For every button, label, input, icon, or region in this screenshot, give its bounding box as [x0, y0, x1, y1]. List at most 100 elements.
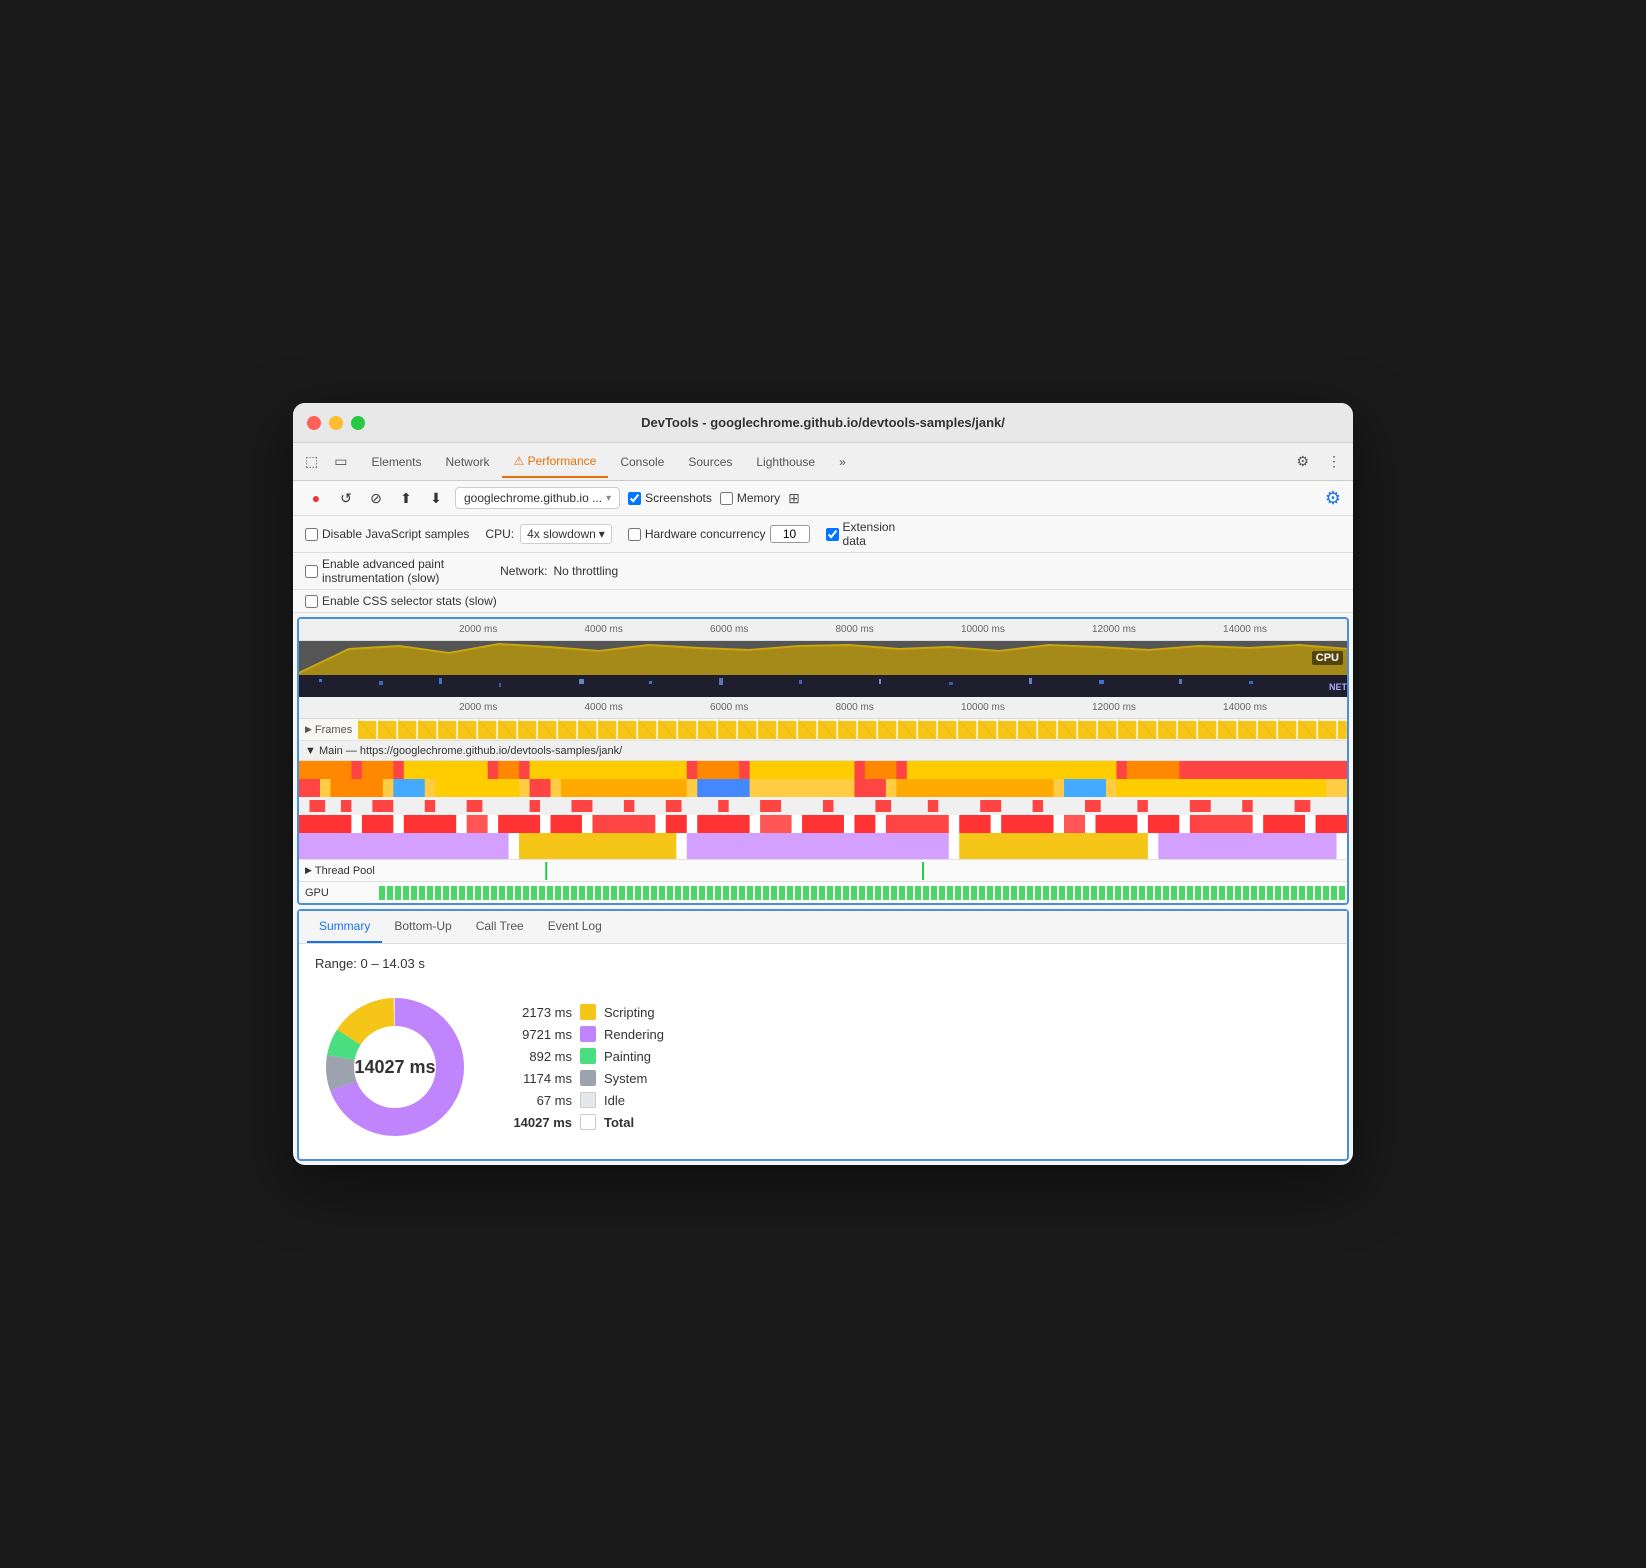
maximize-button[interactable]	[351, 416, 365, 430]
range-text: Range: 0 – 14.03 s	[315, 956, 1331, 971]
memory-checkbox[interactable]	[720, 492, 733, 505]
more-menu-icon[interactable]: ⋮	[1323, 449, 1345, 474]
settings-row-3: Enable CSS selector stats (slow)	[293, 590, 1353, 613]
chevron-right-icon: ▶	[305, 724, 312, 735]
frames-row: ▶ Frames	[299, 719, 1347, 741]
enable-advanced-paint-checkbox[interactable]	[305, 565, 318, 578]
tab-icons: ⬚ ▭	[301, 449, 351, 474]
titlebar: DevTools - googlechrome.github.io/devtoo…	[293, 403, 1353, 443]
idle-swatch	[580, 1092, 596, 1108]
flame-chart[interactable]	[299, 761, 1347, 859]
disable-js-samples-group: Disable JavaScript samples	[305, 527, 469, 541]
upload-button[interactable]: ⬆	[395, 487, 417, 509]
extension-data-checkbox[interactable]	[826, 528, 839, 541]
tab-more[interactable]: »	[827, 447, 858, 477]
enable-advanced-paint-group: Enable advanced paint instrumentation (s…	[305, 557, 444, 585]
hw-concurrency-input[interactable]	[770, 525, 810, 543]
scripting-swatch	[580, 1004, 596, 1020]
painting-swatch	[580, 1048, 596, 1064]
download-button[interactable]: ⬇	[425, 487, 447, 509]
tab-right-icons: ⚙ ⋮	[1292, 449, 1345, 474]
enable-css-stats-checkbox[interactable]	[305, 595, 318, 608]
minimap-net-row[interactable]: NET	[299, 675, 1347, 697]
bottom-panel: Summary Bottom-Up Call Tree Event Log Ra…	[297, 909, 1349, 1161]
legend-row-scripting: 2173 ms Scripting	[507, 1004, 664, 1020]
tab-console[interactable]: Console	[608, 447, 676, 477]
cursor-icon[interactable]: ⬚	[301, 449, 322, 474]
window-title: DevTools - googlechrome.github.io/devtoo…	[641, 415, 1005, 430]
minimize-button[interactable]	[329, 416, 343, 430]
thread-pool-label: ▶ Thread Pool	[299, 865, 381, 877]
hw-concurrency-checkbox[interactable]	[628, 528, 641, 541]
chevron-down-icon: ▾	[599, 527, 605, 541]
time-ruler-bottom: 2000 ms 4000 ms 6000 ms 8000 ms 10000 ms…	[299, 697, 1347, 719]
memory-icon[interactable]: ⊞	[788, 490, 800, 507]
flame-row-1	[299, 761, 1347, 779]
flame-row-5	[299, 833, 1347, 859]
main-label-row: ▼ Main — https://googlechrome.github.io/…	[299, 741, 1347, 761]
clear-button[interactable]: ⊘	[365, 487, 387, 509]
flame-row-3	[299, 797, 1347, 815]
tab-performance[interactable]: ⚠ Performance	[502, 446, 609, 478]
tab-bottom-up[interactable]: Bottom-Up	[382, 911, 463, 943]
net-wave: NET	[299, 675, 1347, 697]
time-ruler-top: 2000 ms 4000 ms 6000 ms 8000 ms 10000 ms…	[299, 619, 1347, 641]
settings-icon[interactable]: ⚙	[1292, 449, 1313, 474]
thread-pool-row: ▶ Thread Pool	[299, 859, 1347, 881]
legend-row-system: 1174 ms System	[507, 1070, 664, 1086]
frames-track	[358, 719, 1347, 740]
time-marks-top: 2000 ms 4000 ms 6000 ms 8000 ms 10000 ms…	[459, 624, 1267, 635]
memory-checkbox-group: Memory	[720, 491, 780, 505]
timeline-panel: 2000 ms 4000 ms 6000 ms 8000 ms 10000 ms…	[297, 617, 1349, 905]
time-marks-bottom: 2000 ms 4000 ms 6000 ms 8000 ms 10000 ms…	[459, 702, 1267, 713]
disable-js-samples-checkbox[interactable]	[305, 528, 318, 541]
devtools-window: DevTools - googlechrome.github.io/devtoo…	[293, 403, 1353, 1165]
tab-elements[interactable]: Elements	[359, 447, 433, 477]
enable-css-stats-group: Enable CSS selector stats (slow)	[305, 594, 497, 608]
cpu-label: CPU	[1312, 651, 1343, 665]
legend-row-painting: 892 ms Painting	[507, 1048, 664, 1064]
legend-row-total: 14027 ms Total	[507, 1114, 664, 1130]
gear-blue-icon[interactable]: ⚙	[1325, 488, 1341, 509]
network-group: Network: No throttling	[500, 564, 618, 578]
close-button[interactable]	[307, 416, 321, 430]
flame-row-2	[299, 779, 1347, 797]
gpu-label: GPU	[299, 887, 379, 899]
bottom-tab-bar: Summary Bottom-Up Call Tree Event Log	[299, 911, 1347, 944]
svg-text:NET: NET	[1329, 682, 1347, 692]
legend-table: 2173 ms Scripting 9721 ms Rendering 892 …	[507, 1004, 664, 1130]
hw-concurrency-group: Hardware concurrency	[628, 525, 810, 543]
toolbar: ● ↺ ⊘ ⬆ ⬇ googlechrome.github.io ... ▾ S…	[293, 481, 1353, 516]
flame-row-4	[299, 815, 1347, 833]
gpu-track	[379, 882, 1347, 903]
extension-data-group: Extension data	[826, 520, 896, 548]
tab-network[interactable]: Network	[434, 447, 502, 477]
url-bar[interactable]: googlechrome.github.io ... ▾	[455, 487, 620, 509]
minimap-cpu-row[interactable]: CPU	[299, 641, 1347, 675]
summary-body: 14027 ms 2173 ms Scripting 9721 ms Rende…	[315, 987, 1331, 1147]
device-icon[interactable]: ▭	[330, 449, 351, 474]
legend-row-rendering: 9721 ms Rendering	[507, 1026, 664, 1042]
total-swatch	[580, 1114, 596, 1130]
gpu-row: GPU	[299, 881, 1347, 903]
cpu-group: CPU: 4x slowdown ▾	[485, 524, 611, 544]
tab-call-tree[interactable]: Call Tree	[464, 911, 536, 943]
legend-row-idle: 67 ms Idle	[507, 1092, 664, 1108]
system-swatch	[580, 1070, 596, 1086]
screenshots-checkbox[interactable]	[628, 492, 641, 505]
cpu-dropdown[interactable]: 4x slowdown ▾	[520, 524, 612, 544]
thread-pool-track	[381, 860, 1347, 881]
screenshots-checkbox-group: Screenshots	[628, 491, 712, 505]
rendering-swatch	[580, 1026, 596, 1042]
chevron-down-icon: ▾	[606, 493, 611, 504]
tab-lighthouse[interactable]: Lighthouse	[744, 447, 827, 477]
record-button[interactable]: ●	[305, 487, 327, 509]
frames-label: ▶ Frames	[299, 724, 358, 736]
tab-sources[interactable]: Sources	[676, 447, 744, 477]
tab-bar: ⬚ ▭ Elements Network ⚠ Performance Conso…	[293, 443, 1353, 481]
settings-row-1: Disable JavaScript samples CPU: 4x slowd…	[293, 516, 1353, 553]
tab-event-log[interactable]: Event Log	[536, 911, 614, 943]
summary-content: Range: 0 – 14.03 s	[299, 944, 1347, 1159]
reload-button[interactable]: ↺	[335, 487, 357, 509]
tab-summary[interactable]: Summary	[307, 911, 382, 943]
